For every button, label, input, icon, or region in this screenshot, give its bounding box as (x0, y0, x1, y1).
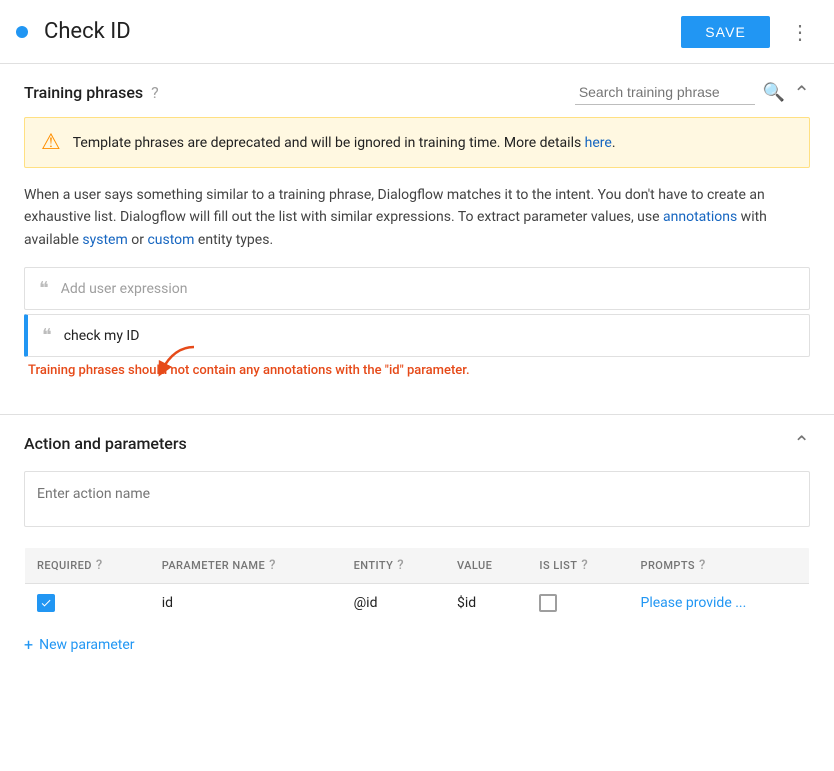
is-list-cell (527, 584, 628, 623)
phrase-row[interactable]: ❝ check my ID (24, 314, 810, 357)
prompts-help-icon[interactable]: ? (699, 558, 706, 573)
entity-help-icon[interactable]: ? (397, 558, 404, 573)
action-parameters-section: Action and parameters ⌃ REQUIRED ? PARAM… (0, 415, 834, 670)
phrase-quote-icon: ❝ (42, 325, 52, 346)
system-link[interactable]: system (82, 232, 127, 248)
value-cell: $id (445, 584, 527, 623)
entity-cell: @id (342, 584, 445, 623)
section-header: Training phrases ? 🔍 ⌃ (24, 80, 810, 105)
new-parameter-button[interactable]: + New parameter (24, 623, 135, 654)
custom-link[interactable]: custom (147, 232, 194, 248)
training-phrases-section: Training phrases ? 🔍 ⌃ ⚠ Template phrase… (0, 64, 834, 394)
prompts-cell: Please provide ... (628, 584, 809, 623)
param-name-help-icon[interactable]: ? (269, 558, 276, 573)
col-value: VALUE (445, 548, 527, 584)
warning-banner: ⚠ Template phrases are deprecated and wi… (24, 117, 810, 168)
action-chevron-up-icon[interactable]: ⌃ (793, 431, 810, 455)
action-section-title: Action and parameters (24, 434, 187, 453)
prompts-link[interactable]: Please provide ... (640, 595, 746, 611)
save-button[interactable]: SAVE (681, 16, 770, 48)
required-cell (25, 584, 150, 623)
add-expression-placeholder: Add user expression (61, 281, 188, 297)
is-list-checkbox[interactable] (539, 594, 557, 612)
col-is-list: IS LIST ? (527, 548, 628, 584)
col-required: REQUIRED ? (25, 548, 150, 584)
more-options-icon[interactable]: ⋮ (782, 12, 818, 52)
param-name-cell: id (150, 584, 342, 623)
action-name-input[interactable] (24, 471, 810, 527)
error-message: Training phrases should not contain any … (24, 363, 810, 378)
action-section-header: Action and parameters ⌃ (24, 431, 810, 455)
warning-link[interactable]: here (585, 135, 612, 151)
parameters-table: REQUIRED ? PARAMETER NAME ? ENTITY ? (24, 547, 810, 623)
warning-text: Template phrases are deprecated and will… (73, 135, 616, 151)
required-help-icon[interactable]: ? (96, 558, 103, 573)
search-wrap: 🔍 ⌃ (575, 80, 810, 105)
training-phrases-help-icon[interactable]: ? (151, 83, 159, 102)
table-header-row: REQUIRED ? PARAMETER NAME ? ENTITY ? (25, 548, 810, 584)
phrase-text: check my ID (64, 328, 140, 344)
action-title-wrap: Action and parameters (24, 434, 187, 453)
section-title: Training phrases (24, 83, 143, 102)
status-dot (16, 26, 28, 38)
quote-icon: ❝ (39, 278, 49, 299)
search-icon[interactable]: 🔍 (763, 82, 785, 103)
phrase-row-wrap: ❝ check my ID Training phrases should no… (24, 314, 810, 378)
header: Check ID SAVE ⋮ (0, 0, 834, 64)
plus-icon: + (24, 635, 33, 654)
col-prompts: PROMPTS ? (628, 548, 809, 584)
description-text: When a user says something similar to a … (24, 184, 810, 251)
warning-triangle-icon: ⚠ (41, 130, 61, 155)
is-list-help-icon[interactable]: ? (581, 558, 588, 573)
search-input[interactable] (575, 80, 755, 105)
annotations-link[interactable]: annotations (663, 209, 737, 225)
page-title: Check ID (44, 19, 681, 44)
error-arrow (154, 342, 204, 381)
new-parameter-label: New parameter (39, 637, 134, 653)
add-expression-row[interactable]: ❝ Add user expression (24, 267, 810, 310)
section-title-wrap: Training phrases ? (24, 83, 159, 102)
col-param-name: PARAMETER NAME ? (150, 548, 342, 584)
col-entity: ENTITY ? (342, 548, 445, 584)
required-checkbox[interactable] (37, 594, 55, 612)
table-row: id @id $id Please provide ... (25, 584, 810, 623)
chevron-up-icon[interactable]: ⌃ (793, 81, 810, 105)
